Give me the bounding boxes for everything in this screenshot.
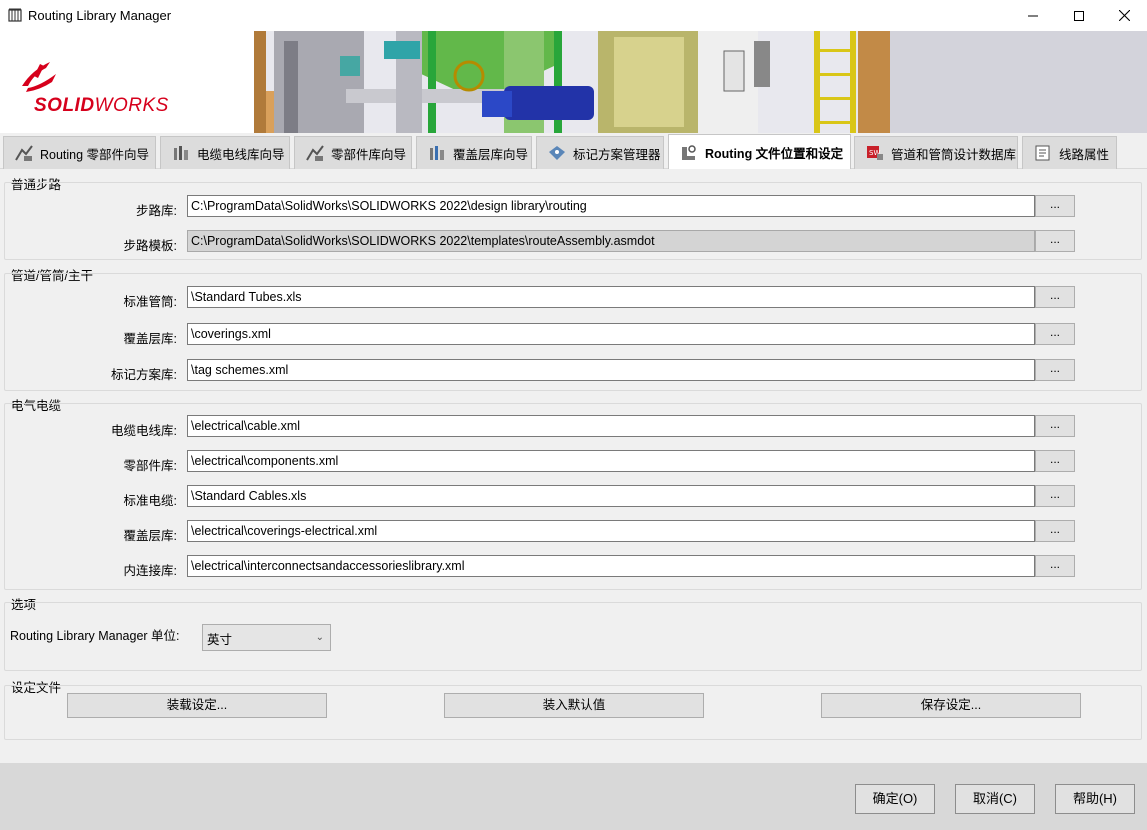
label-component-library: 零部件库:: [123, 459, 177, 473]
tab-route-properties[interactable]: 线路属性: [1022, 136, 1117, 169]
label-interconnect-library: 内连接库:: [123, 564, 177, 578]
minimize-button[interactable]: [1010, 0, 1056, 31]
tab-label: 线路属性: [1059, 147, 1110, 162]
ok-button[interactable]: 确定(O): [855, 784, 935, 814]
component-library-field[interactable]: \electrical\components.xml: [187, 450, 1035, 472]
solidworks-logo: SOLIDWORKS: [34, 95, 169, 116]
tab-label: 零部件库向导: [331, 147, 407, 162]
tag-scheme-library-field[interactable]: \tag schemes.xml: [187, 359, 1035, 381]
interconnect-library-field[interactable]: \electrical\interconnectsandaccessoriesl…: [187, 555, 1035, 577]
tag-scheme-icon: [549, 146, 565, 160]
browse-standard-tubes-button[interactable]: ...: [1035, 286, 1075, 308]
label-coverings-library: 覆盖层库:: [123, 332, 177, 346]
tab-label: Routing 零部件向导: [40, 147, 150, 162]
settings-panel: 普通步路 步路库: C:\ProgramData\SolidWorks\SOLI…: [0, 169, 1147, 763]
standard-cables-field[interactable]: \Standard Cables.xls: [187, 485, 1035, 507]
ds-logo-icon: [22, 62, 56, 92]
save-settings-button[interactable]: 保存设定...: [821, 693, 1081, 718]
units-select[interactable]: 英寸 ⌄: [202, 624, 331, 651]
browse-component-library-button[interactable]: ...: [1035, 450, 1075, 472]
cable-library-icon: [174, 146, 188, 160]
label-cable-library: 电缆电线库:: [111, 424, 177, 438]
tab-label: 管道和管筒设计数据库: [891, 147, 1017, 162]
label-routing-template: 步路模板:: [123, 239, 177, 253]
route-properties-icon: [1035, 145, 1050, 161]
chevron-down-icon: ⌄: [315, 632, 324, 643]
routing-library-field[interactable]: C:\ProgramData\SolidWorks\SOLIDWORKS 202…: [187, 195, 1035, 217]
component-library-icon: [306, 145, 324, 161]
tab-cable-library-wizard[interactable]: 电缆电线库向导: [160, 136, 290, 169]
tab-label: 覆盖层库向导: [453, 147, 529, 162]
tab-label: 标记方案管理器: [573, 147, 661, 162]
tab-label: Routing 文件位置和设定: [705, 147, 844, 161]
electrical-coverings-field[interactable]: \electrical\coverings-electrical.xml: [187, 520, 1035, 542]
banner: SOLIDWORKS: [0, 31, 1147, 133]
tab-covering-library-wizard[interactable]: 覆盖层库向导: [416, 136, 532, 169]
tab-label: 电缆电线库向导: [197, 147, 285, 162]
tab-component-library-wizard[interactable]: 零部件库向导: [294, 136, 412, 169]
label-standard-tubes: 标准管筒:: [123, 295, 177, 309]
units-selected-value: 英寸: [207, 633, 233, 647]
file-locations-icon: [682, 144, 696, 160]
plant-illustration: [254, 31, 1147, 133]
browse-routing-library-button[interactable]: ...: [1035, 195, 1075, 217]
load-defaults-button[interactable]: 装入默认值: [444, 693, 704, 718]
tab-routing-component-wizard[interactable]: Routing 零部件向导: [3, 136, 156, 169]
browse-cable-library-button[interactable]: ...: [1035, 415, 1075, 437]
label-tag-scheme-library: 标记方案库:: [111, 368, 177, 382]
close-icon: [1118, 10, 1130, 21]
routing-template-field[interactable]: C:\ProgramData\SolidWorks\SOLIDWORKS 202…: [187, 230, 1035, 252]
tab-tag-scheme-manager[interactable]: 标记方案管理器: [536, 136, 664, 169]
coverings-library-field[interactable]: \coverings.xml: [187, 323, 1035, 345]
label-routing-library: 步路库:: [136, 204, 177, 218]
browse-interconnect-library-button[interactable]: ...: [1035, 555, 1075, 577]
browse-routing-template-button[interactable]: ...: [1035, 230, 1075, 252]
cable-library-field[interactable]: \electrical\cable.xml: [187, 415, 1035, 437]
standard-tubes-field[interactable]: \Standard Tubes.xls: [187, 286, 1035, 308]
load-settings-button[interactable]: 装载设定...: [67, 693, 327, 718]
cancel-button[interactable]: 取消(C): [955, 784, 1035, 814]
window-title: Routing Library Manager: [28, 8, 172, 23]
tab-strip: Routing 零部件向导 电缆电线库向导 零部件库向导 覆盖层库向导 标记方案…: [0, 133, 1147, 170]
tab-pipe-tube-database[interactable]: SW 管道和管筒设计数据库: [854, 136, 1018, 169]
covering-library-icon: [430, 146, 444, 160]
browse-coverings-library-button[interactable]: ...: [1035, 323, 1075, 345]
browse-electrical-coverings-button[interactable]: ...: [1035, 520, 1075, 542]
close-button[interactable]: [1101, 0, 1147, 31]
tab-file-locations-settings[interactable]: Routing 文件位置和设定: [668, 134, 851, 170]
units-label: Routing Library Manager 单位:: [10, 629, 180, 643]
label-electrical-coverings: 覆盖层库:: [123, 529, 177, 543]
title-bar: Routing Library Manager: [0, 0, 1147, 31]
routing-component-icon: [15, 145, 33, 161]
maximize-button[interactable]: [1056, 0, 1102, 31]
pipe-database-icon: SW: [867, 146, 883, 160]
maximize-icon: [1074, 10, 1084, 21]
browse-standard-cables-button[interactable]: ...: [1035, 485, 1075, 507]
minimize-icon: [1028, 15, 1038, 16]
browse-tag-scheme-library-button[interactable]: ...: [1035, 359, 1075, 381]
help-button[interactable]: 帮助(H): [1055, 784, 1135, 814]
dialog-footer: 确定(O) 取消(C) 帮助(H): [0, 763, 1147, 830]
app-icon: [8, 8, 22, 22]
label-standard-cables: 标准电缆:: [123, 494, 177, 508]
